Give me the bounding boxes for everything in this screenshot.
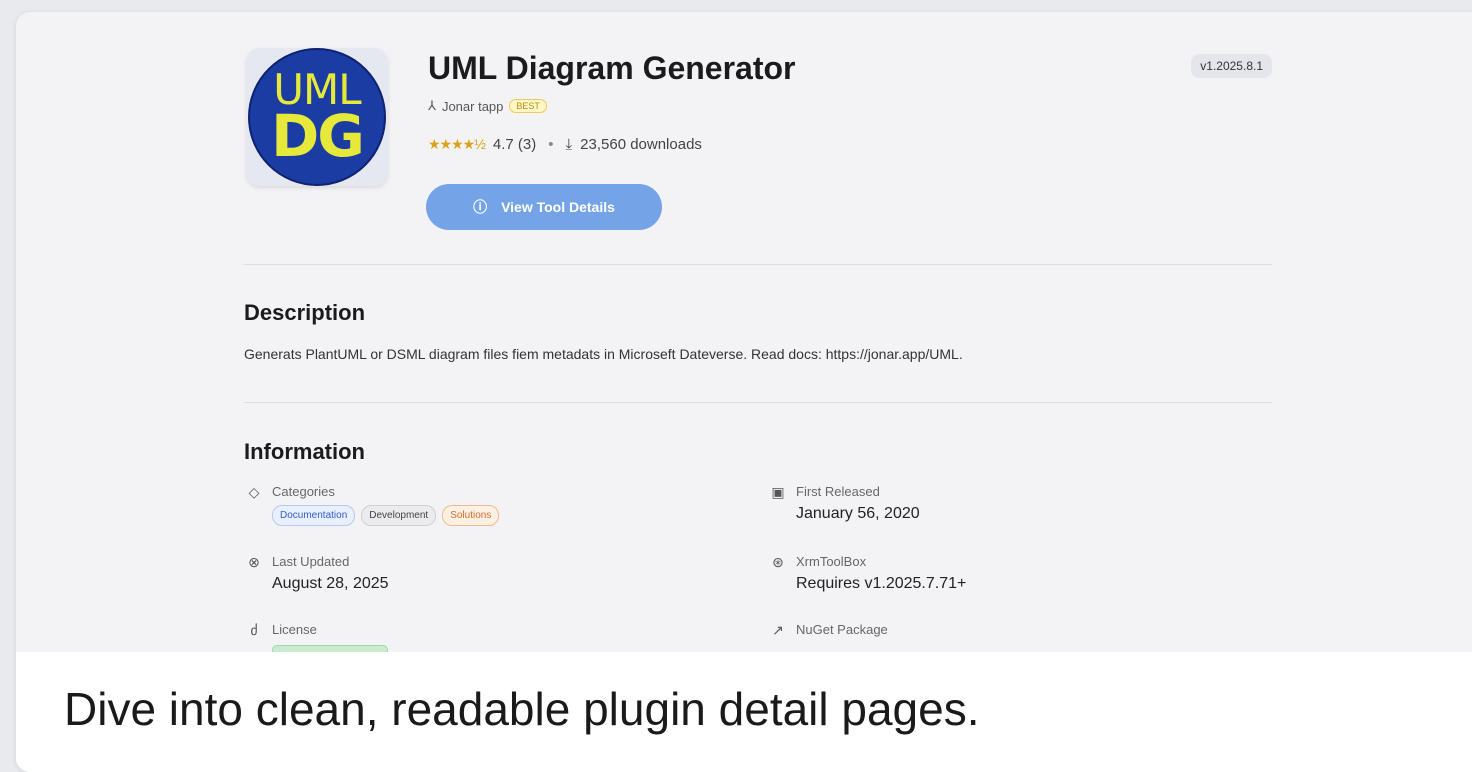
- plugin-detail-window: UML DG UML Diagram Generator v1.2025.8.1…: [16, 12, 1472, 772]
- divider: [244, 402, 1272, 403]
- rating-text: 4.7 (3): [492, 136, 537, 153]
- version-badge: v1.2025.8.1: [1191, 54, 1272, 78]
- page-title: UML Diagram Generator: [428, 50, 796, 86]
- info-first-released: ▣ First Released January 56, 2020: [768, 484, 920, 523]
- category-tags: Documentation Development Solutions: [272, 505, 500, 526]
- last-updated-value: August 28, 2025: [272, 575, 389, 592]
- separator-dot: •: [548, 136, 554, 153]
- info-last-updated: ⊗ Last Updated August 28, 2025: [244, 554, 389, 593]
- category-tag[interactable]: Documentation: [272, 505, 356, 526]
- info-xrmtoolbox: ⊛ XrmToolBox Requires v1.2025.7.71+: [768, 554, 966, 593]
- app-logo: UML DG: [246, 48, 388, 186]
- info-categories: ◇ Categories Documentation Development S…: [244, 484, 500, 526]
- downloads-count: 23,560 downloads: [580, 136, 702, 153]
- author-name[interactable]: Jonar tapp: [442, 99, 503, 114]
- license-icon: ძ: [250, 622, 258, 638]
- stats-row: ★★★★½ 4.7 (3) • ⤓ 23,560 downloads: [428, 136, 702, 153]
- info-icon: ⓘ: [473, 199, 488, 215]
- nuget-label[interactable]: NuGet Package: [796, 622, 888, 637]
- description-heading: Description: [244, 300, 366, 325]
- rating-stars-icon: ★★★★½: [428, 136, 486, 152]
- first-released-value: January 56, 2020: [796, 505, 920, 522]
- download-icon: ⤓: [565, 136, 573, 153]
- info-nuget: ↗ NuGet Package: [768, 622, 888, 638]
- description-text: Generats PlantUML or DSML diagram files …: [244, 346, 963, 362]
- first-released-label: First Released: [796, 484, 880, 499]
- category-tag[interactable]: Development: [361, 505, 437, 526]
- information-heading: Information: [244, 439, 365, 464]
- external-link-icon: ↗: [772, 622, 784, 638]
- caption-banner: Dive into clean, readable plugin detail …: [16, 652, 1472, 772]
- caption-text: Dive into clean, readable plugin detail …: [64, 683, 980, 735]
- clock-icon: ⊗: [248, 554, 260, 570]
- view-tool-details-label: View Tool Details: [501, 199, 615, 215]
- person-icon: ⅄: [428, 98, 436, 113]
- logo-text-dg: DG: [271, 101, 365, 170]
- divider: [244, 264, 1272, 265]
- calendar-icon: ▣: [771, 484, 785, 500]
- tag-icon: ◇: [248, 484, 260, 500]
- last-updated-label: Last Updated: [272, 554, 350, 569]
- author-row: ⅄ Jonar tapp BEST: [428, 98, 547, 114]
- view-tool-details-button[interactable]: ⓘ View Tool Details: [426, 184, 662, 230]
- categories-label: Categories: [272, 484, 335, 499]
- app-logo-disc: UML DG: [248, 48, 386, 186]
- license-label: License: [272, 622, 317, 637]
- toolbox-icon: ⊛: [772, 554, 784, 570]
- author-badge: BEST: [509, 99, 547, 113]
- xrmtoolbox-label: XrmToolBox: [796, 554, 867, 569]
- xrmtoolbox-requires: Requires v1.2025.7.71+: [796, 575, 967, 592]
- category-tag[interactable]: Solutions: [442, 505, 500, 526]
- info-license: ძ License: [244, 622, 388, 655]
